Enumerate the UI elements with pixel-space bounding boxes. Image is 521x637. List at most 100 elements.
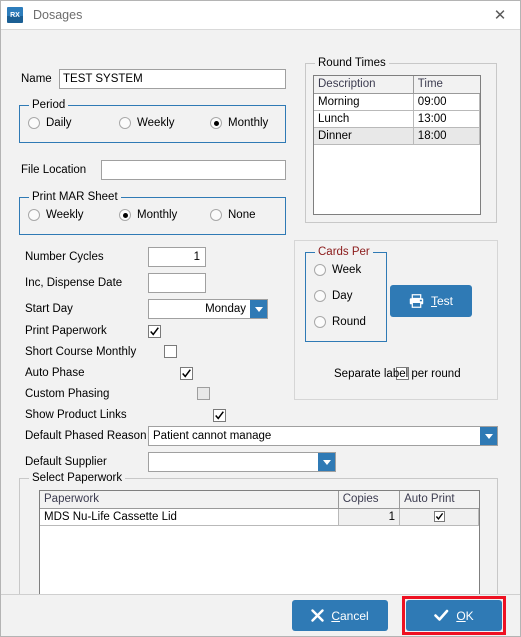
close-icon[interactable]: ✕ [480,2,520,29]
period-group: Period Daily Weekly Monthly [19,99,286,143]
number-cycles-value: 1 [193,251,200,263]
cards-per-option-week[interactable]: Week [314,264,361,276]
show-product-links-label: Show Product Links [25,409,127,421]
dialog-footer: Cancel OK [1,594,520,636]
test-button-label: Test [430,294,453,308]
column-header-copies: Copies [338,491,401,509]
table-row[interactable]: Dinner 18:00 [314,127,480,145]
round-time: 09:00 [413,93,480,111]
file-location-label: File Location [21,164,87,176]
table-row[interactable]: Lunch 13:00 [314,110,480,128]
period-option-monthly-label: Monthly [228,117,269,129]
cards-per-option-round[interactable]: Round [314,316,366,328]
print-mar-option-weekly[interactable]: Weekly [28,209,84,221]
start-day-value: Monday [205,303,246,315]
start-day-select[interactable]: Monday [148,299,268,319]
radio-mar-weekly-icon[interactable] [28,209,40,221]
chevron-down-icon[interactable] [318,453,335,471]
name-input[interactable]: TEST SYSTEM [59,69,286,89]
radio-daily-icon[interactable] [28,117,40,129]
period-option-daily-label: Daily [46,117,72,129]
custom-phasing-label: Custom Phasing [25,388,110,400]
ok-button[interactable]: OK [406,600,502,631]
column-header-auto-print: Auto Print [399,491,479,509]
period-option-monthly[interactable]: Monthly [210,117,268,129]
check-icon [182,369,192,378]
close-x-icon [311,609,325,622]
number-cycles-input[interactable]: 1 [148,247,206,267]
table-row[interactable]: MDS Nu-Life Cassette Lid 1 [40,508,479,526]
round-time: 13:00 [413,110,480,128]
dialog-body: Name TEST SYSTEM Period Daily Weekly Mon… [1,29,520,616]
cards-per-legend: Cards Per [315,246,373,258]
cards-per-option-round-label: Round [332,316,366,328]
radio-week-icon[interactable] [314,264,326,276]
paperwork-auto-print-cell[interactable] [399,508,479,526]
paperwork-header-row: Paperwork Copies Auto Print [40,491,479,509]
column-header-description: Description [314,76,414,94]
printer-icon [409,294,424,308]
dosages-dialog: RX Dosages ✕ Name TEST SYSTEM Period Dai… [0,0,521,637]
table-empty-space [314,144,480,214]
print-paperwork-label: Print Paperwork [25,325,107,337]
period-option-weekly-label: Weekly [137,117,175,129]
short-course-monthly-label: Short Course Monthly [25,346,137,358]
start-day-label: Start Day [25,303,73,315]
name-label: Name [21,73,52,85]
print-mar-group: Print MAR Sheet Weekly Monthly None [19,191,286,235]
cards-per-option-day[interactable]: Day [314,290,352,302]
print-mar-option-none-label: None [228,209,256,221]
paperwork-auto-print-checkbox[interactable] [433,510,445,522]
auto-phase-label: Auto Phase [25,367,85,379]
short-course-monthly-checkbox[interactable] [164,345,178,358]
default-supplier-value [149,453,318,471]
column-header-paperwork: Paperwork [40,491,339,509]
check-mark-icon [434,609,449,621]
ok-button-highlight: OK [402,596,506,635]
separate-label-per-round-label: Separate label per round [334,368,461,380]
inc-dispense-date-label: Inc, Dispense Date [25,277,123,289]
default-phased-reason-value: Patient cannot manage [153,430,272,442]
select-paperwork-grid[interactable]: Paperwork Copies Auto Print MDS Nu-Life … [39,490,480,607]
test-button[interactable]: Test [390,285,472,317]
print-mar-option-monthly[interactable]: Monthly [119,209,177,221]
rx-icon: RX [7,7,23,23]
cancel-button[interactable]: Cancel [292,600,388,631]
radio-day-icon[interactable] [314,290,326,302]
default-phased-reason-select[interactable]: Patient cannot manage [148,426,498,446]
radio-mar-monthly-icon[interactable] [119,209,131,221]
window-title: Dosages [33,8,83,22]
print-paperwork-checkbox[interactable] [148,325,161,338]
round-times-grid[interactable]: Description Time Morning 09:00 Lunch 13:… [313,75,481,215]
file-location-input[interactable] [101,160,286,180]
radio-weekly-icon[interactable] [119,117,131,129]
period-option-daily[interactable]: Daily [28,117,72,129]
round-description: Morning [314,93,414,111]
round-description: Dinner [314,127,414,145]
show-product-links-checkbox[interactable] [212,409,226,422]
ok-button-label: OK [456,608,474,623]
table-row[interactable]: Morning 09:00 [314,93,480,111]
select-paperwork-legend: Select Paperwork [29,472,126,484]
print-mar-option-none[interactable]: None [210,209,256,221]
radio-mar-none-icon[interactable] [210,209,222,221]
radio-monthly-icon[interactable] [210,117,222,129]
chevron-down-icon[interactable] [480,427,497,445]
cards-per-option-week-label: Week [332,264,362,276]
paperwork-copies: 1 [338,508,401,526]
custom-phasing-checkbox[interactable] [196,387,210,400]
default-supplier-label: Default Supplier [25,456,107,468]
name-input-value: TEST SYSTEM [63,73,143,85]
inc-dispense-date-input[interactable] [148,273,206,293]
period-option-weekly[interactable]: Weekly [119,117,175,129]
radio-round-icon[interactable] [314,316,326,328]
print-mar-legend: Print MAR Sheet [29,191,121,203]
round-time: 18:00 [413,127,480,145]
chevron-down-icon[interactable] [250,300,267,318]
cards-per-group: Cards Per Week Day Round [305,246,387,342]
period-legend: Period [29,99,69,111]
default-supplier-select[interactable] [148,452,336,472]
print-mar-option-monthly-label: Monthly [137,209,178,221]
auto-phase-checkbox[interactable] [180,367,194,380]
print-mar-option-weekly-label: Weekly [46,209,84,221]
